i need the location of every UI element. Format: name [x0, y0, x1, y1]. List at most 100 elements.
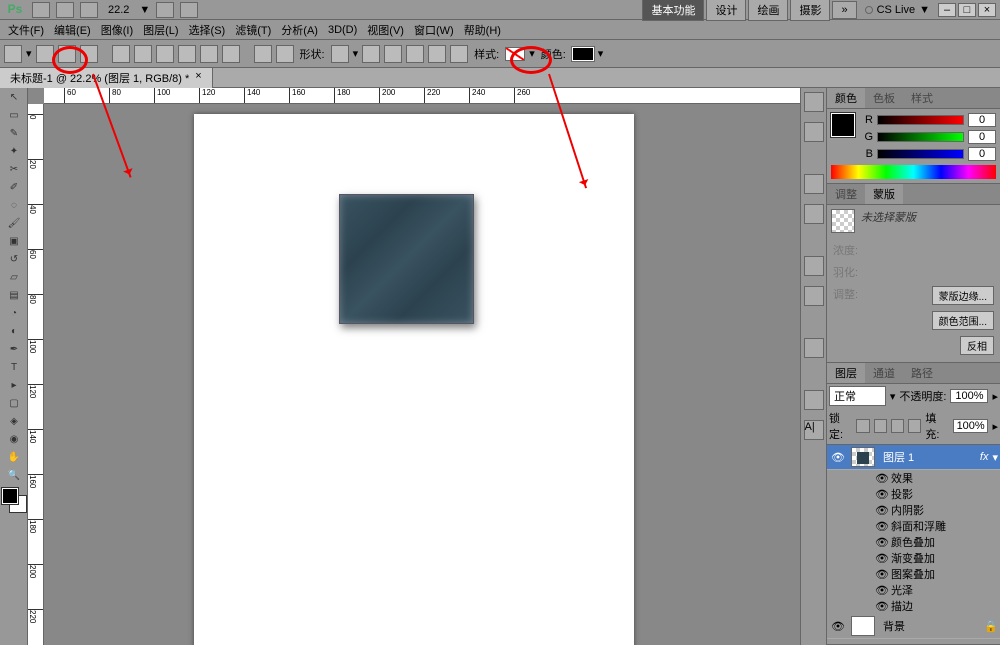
foreground-color-swatch[interactable] — [2, 488, 18, 504]
shape-tool[interactable]: ▢ — [0, 394, 28, 412]
history-brush-tool[interactable]: ↺ — [0, 250, 28, 268]
fill-value[interactable]: 100% — [953, 419, 989, 433]
type-tool[interactable]: T — [0, 358, 28, 376]
ruler-vertical[interactable]: 0 20 40 60 80 100 120 140 160 180 200 22… — [28, 104, 44, 645]
pen-tool[interactable]: ✒ — [0, 340, 28, 358]
line-shape-icon[interactable] — [200, 45, 218, 63]
path-combine-new-icon[interactable] — [362, 45, 380, 63]
menu-layer[interactable]: 图层(L) — [139, 20, 182, 40]
eyedropper-tool[interactable]: ✐ — [0, 178, 28, 196]
layer-row-layer1[interactable]: 👁 图层 1 fx▾ — [827, 445, 1000, 470]
brush-tool[interactable]: 🖌 — [0, 214, 28, 232]
color-range-button[interactable]: 颜色范围... — [932, 311, 994, 330]
drawn-rectangle-shape[interactable] — [339, 194, 474, 324]
effect-stroke[interactable]: 👁描边 — [827, 598, 1000, 614]
menu-analysis[interactable]: 分析(A) — [277, 20, 322, 40]
actions-panel-icon[interactable] — [804, 122, 824, 142]
shape-layers-mode-icon[interactable] — [36, 45, 54, 63]
invert-button[interactable]: 反相 — [960, 336, 994, 355]
rounded-rect-shape-icon[interactable] — [134, 45, 152, 63]
layer-name-background[interactable]: 背景 — [879, 618, 984, 634]
canvas[interactable] — [194, 114, 634, 645]
lock-position-icon[interactable] — [891, 419, 904, 433]
path-combine-subtract-icon[interactable] — [406, 45, 424, 63]
paths-mode-icon[interactable] — [58, 45, 76, 63]
lasso-tool[interactable]: ✎ — [0, 124, 28, 142]
lock-pixels-icon[interactable] — [874, 419, 887, 433]
tab-paths[interactable]: 路径 — [903, 363, 941, 383]
workspace-tab-design[interactable]: 设计 — [706, 0, 746, 21]
shape-dropdown-icon[interactable] — [331, 45, 349, 63]
tab-mask[interactable]: 蒙版 — [865, 184, 903, 204]
screen-mode-icon[interactable] — [180, 2, 198, 18]
menu-3d[interactable]: 3D(D) — [324, 22, 361, 38]
visibility-toggle-icon[interactable]: 👁 — [829, 620, 847, 633]
polygon-shape-icon[interactable] — [178, 45, 196, 63]
healing-brush-tool[interactable]: ◌ — [0, 196, 28, 214]
fill-color-swatch[interactable] — [572, 47, 594, 61]
tool-preset-icon[interactable] — [4, 45, 22, 63]
bridge-icon[interactable] — [32, 2, 50, 18]
fx-badge[interactable]: fx — [976, 451, 993, 463]
effect-satin[interactable]: 👁光泽 — [827, 582, 1000, 598]
view-extras-icon[interactable] — [80, 2, 98, 18]
workspace-more[interactable]: » — [832, 1, 856, 19]
menu-filter[interactable]: 滤镜(T) — [231, 20, 275, 40]
layer-thumbnail[interactable] — [851, 447, 875, 467]
hand-tool[interactable]: ✋ — [0, 448, 28, 466]
gradient-tool[interactable]: ▤ — [0, 286, 28, 304]
fill-pixels-mode-icon[interactable] — [80, 45, 98, 63]
ellipse-shape-icon[interactable] — [156, 45, 174, 63]
minimize-button[interactable]: – — [938, 3, 956, 17]
freeform-pen-icon[interactable] — [276, 45, 294, 63]
b-value[interactable]: 0 — [968, 147, 996, 161]
close-window-button[interactable]: × — [978, 3, 996, 17]
eraser-tool[interactable]: ▱ — [0, 268, 28, 286]
rectangle-shape-icon[interactable] — [112, 45, 130, 63]
path-combine-intersect-icon[interactable] — [428, 45, 446, 63]
menu-window[interactable]: 窗口(W) — [410, 20, 458, 40]
document-tab-close-icon[interactable]: × — [195, 70, 201, 86]
move-tool[interactable]: ↖ — [0, 88, 28, 106]
tab-color[interactable]: 颜色 — [827, 88, 865, 108]
layer-name[interactable]: 图层 1 — [879, 449, 976, 465]
effect-color-overlay[interactable]: 👁颜色叠加 — [827, 534, 1000, 550]
menu-edit[interactable]: 编辑(E) — [50, 20, 95, 40]
r-slider[interactable] — [877, 115, 964, 125]
tab-swatches[interactable]: 色板 — [865, 88, 903, 108]
effect-drop-shadow[interactable]: 👁投影 — [827, 486, 1000, 502]
style-none-swatch[interactable] — [505, 47, 525, 61]
history-panel-icon[interactable] — [804, 92, 824, 112]
tab-styles[interactable]: 样式 — [903, 88, 941, 108]
effect-bevel-emboss[interactable]: 👁斜面和浮雕 — [827, 518, 1000, 534]
custom-shape-icon[interactable] — [222, 45, 240, 63]
minibridge-icon[interactable] — [56, 2, 74, 18]
blend-mode-select[interactable]: 正常 — [829, 386, 886, 406]
layer-row-background[interactable]: 👁 背景 🔒 — [827, 614, 1000, 639]
navigator-panel-icon[interactable] — [804, 338, 824, 358]
r-value[interactable]: 0 — [968, 113, 996, 127]
crop-tool[interactable]: ✂ — [0, 160, 28, 178]
path-select-tool[interactable]: ▸ — [0, 376, 28, 394]
brush-panel-icon[interactable] — [804, 174, 824, 194]
zoom-tool[interactable]: 🔍 — [0, 466, 28, 484]
lock-all-icon[interactable] — [908, 419, 921, 433]
menu-select[interactable]: 选择(S) — [185, 20, 230, 40]
arrange-icon[interactable] — [156, 2, 174, 18]
tab-adjustments[interactable]: 调整 — [827, 184, 865, 204]
paragraph-panel-icon[interactable] — [804, 286, 824, 306]
ruler-horizontal[interactable]: 60 80 100 120 140 160 180 200 220 240 26… — [44, 88, 800, 104]
char-styles-panel-icon[interactable]: A| — [804, 420, 824, 440]
effect-pattern-overlay[interactable]: 👁图案叠加 — [827, 566, 1000, 582]
mask-thumbnail[interactable] — [831, 209, 855, 233]
info-panel-icon[interactable] — [804, 390, 824, 410]
tab-channels[interactable]: 通道 — [865, 363, 903, 383]
color-panel-swatch[interactable] — [831, 113, 855, 137]
document-tab[interactable]: 未标题-1 @ 22.2% (图层 1, RGB/8) * × — [0, 68, 213, 88]
dodge-tool[interactable]: ◐ — [0, 322, 28, 340]
character-panel-icon[interactable] — [804, 256, 824, 276]
color-spectrum[interactable] — [831, 165, 996, 179]
workspace-tab-essentials[interactable]: 基本功能 — [642, 0, 704, 21]
maximize-button[interactable]: □ — [958, 3, 976, 17]
pen-tool-icon[interactable] — [254, 45, 272, 63]
